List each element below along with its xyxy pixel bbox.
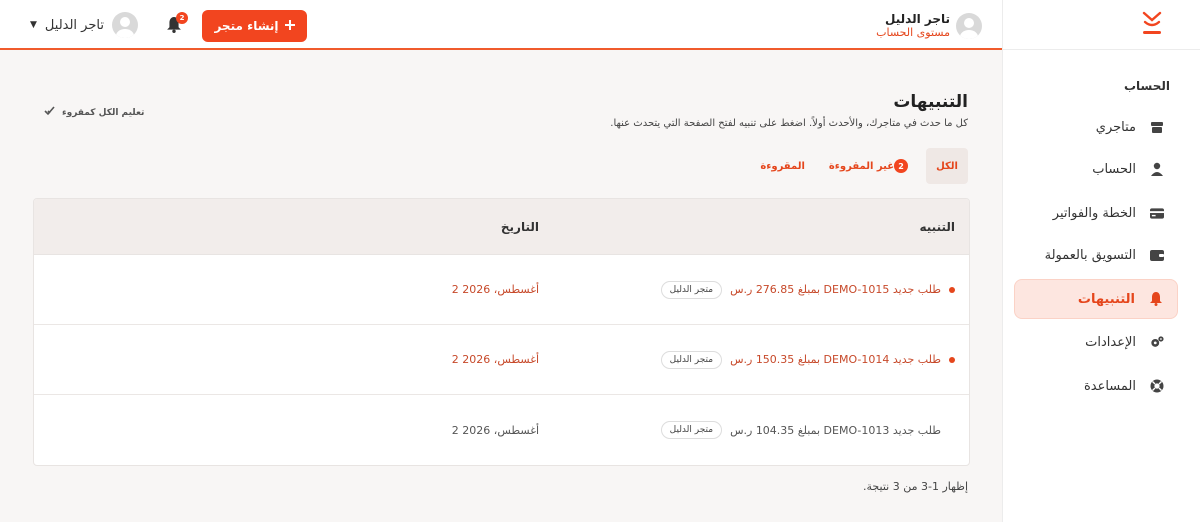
store-chip: متجر الدليل xyxy=(660,350,723,369)
account-name: تاجر الدليل xyxy=(44,17,104,33)
tab-read[interactable]: المقروءة xyxy=(748,148,817,184)
mark-all-read-button[interactable]: تعليم الكل كمقروء xyxy=(44,106,144,119)
unread-dot xyxy=(949,356,955,363)
store-chip: متجر الدليل xyxy=(660,421,723,439)
gears-icon xyxy=(1150,335,1164,349)
sidebar-item-label: التنبيهات xyxy=(1077,291,1135,307)
table-row[interactable]: طلب جديد DEMO-1013 بمبلغ 104.35 ر.س متجر… xyxy=(34,395,969,465)
header-user-block[interactable]: تاجر الدليل مستوى الحساب xyxy=(876,12,982,40)
card-icon xyxy=(1150,206,1164,220)
table-row[interactable]: طلب جديد DEMO-1015 بمبلغ 276.85 ر.س متجر… xyxy=(34,255,969,325)
top-header: تاجر الدليل مستوى الحساب إنشاء متجر 2 ▼ … xyxy=(0,0,1002,50)
avatar xyxy=(111,12,138,38)
sidebar-item-label: الخطة والفواتير xyxy=(1052,205,1136,221)
logo[interactable] xyxy=(1002,0,1200,50)
column-header-date: التاريخ xyxy=(500,219,539,234)
logo-icon xyxy=(1142,11,1162,34)
table-header: التنبيه التاريخ xyxy=(34,199,969,255)
notification-date: 2 أغسطس، 2026 xyxy=(451,423,539,437)
unread-count-badge: 2 xyxy=(894,159,909,173)
notification-date: 2 أغسطس، 2026 xyxy=(451,283,539,296)
chevron-down-icon: ▼ xyxy=(30,20,37,30)
tab-label: غير المقروءة xyxy=(828,160,895,172)
tab-label: الكل xyxy=(936,160,958,172)
double-check-icon xyxy=(44,106,56,119)
sidebar-item-label: الإعدادات xyxy=(1085,334,1136,350)
notification-count-badge: 2 xyxy=(176,12,188,24)
mark-all-read-label: تعليم الكل كمقروء xyxy=(62,107,145,118)
notifications-bell-button[interactable]: 2 xyxy=(167,12,188,35)
sidebar-item-label: متاجري xyxy=(1095,119,1136,135)
sidebar-item-my-stores[interactable]: متاجري xyxy=(1014,107,1178,147)
sidebar-section-label: الحساب xyxy=(1123,79,1170,93)
sidebar: الحساب متاجري الحساب الخطة والفواتير الت… xyxy=(1002,0,1200,522)
sidebar-item-affiliate[interactable]: التسويق بالعمولة xyxy=(1014,235,1178,275)
bell-icon xyxy=(1149,292,1163,306)
sidebar-item-label: التسويق بالعمولة xyxy=(1044,247,1136,263)
sidebar-item-settings[interactable]: الإعدادات xyxy=(1014,322,1178,362)
notification-date: 2 أغسطس، 2026 xyxy=(451,353,539,366)
tab-label: المقروءة xyxy=(760,160,805,172)
account-dropdown[interactable]: ▼ تاجر الدليل xyxy=(30,12,138,38)
page-subtitle: كل ما حدث في متاجرك، والأحدث أولاً. اضغط… xyxy=(610,118,968,129)
results-count: إظهار 1-3 من 3 نتيجة. xyxy=(863,480,968,493)
column-header-notification: التنبيه xyxy=(919,219,956,234)
notification-text: طلب جديد DEMO-1014 بمبلغ 150.35 ر.س xyxy=(730,353,941,366)
table-row[interactable]: طلب جديد DEMO-1014 بمبلغ 150.35 ر.س متجر… xyxy=(34,325,969,395)
sidebar-item-account[interactable]: الحساب xyxy=(1014,149,1178,189)
create-store-button[interactable]: إنشاء متجر xyxy=(202,10,307,42)
notification-text: طلب جديد DEMO-1013 بمبلغ 104.35 ر.س xyxy=(730,423,941,437)
store-icon xyxy=(1150,120,1164,134)
lifebuoy-icon xyxy=(1150,379,1164,393)
unread-dot xyxy=(949,286,955,293)
header-user-level: مستوى الحساب xyxy=(876,26,950,39)
notifications-table: التنبيه التاريخ طلب جديد DEMO-1015 بمبلغ… xyxy=(33,198,970,466)
avatar xyxy=(956,13,982,39)
user-icon xyxy=(1150,162,1164,176)
page-title: التنبيهات xyxy=(893,92,968,112)
filter-tabs: الكل غير المقروءة 2 المقروءة xyxy=(748,148,968,184)
sidebar-item-plan-billing[interactable]: الخطة والفواتير xyxy=(1014,193,1178,233)
notification-text: طلب جديد DEMO-1015 بمبلغ 276.85 ر.س xyxy=(730,283,941,296)
create-store-label: إنشاء متجر xyxy=(214,19,279,33)
wallet-icon xyxy=(1150,248,1164,262)
sidebar-item-notifications[interactable]: التنبيهات xyxy=(1014,279,1178,319)
sidebar-item-label: المساعدة xyxy=(1083,378,1136,394)
sidebar-item-help[interactable]: المساعدة xyxy=(1014,366,1178,406)
header-user-name: تاجر الدليل xyxy=(885,12,950,26)
store-chip: متجر الدليل xyxy=(660,280,723,299)
sidebar-item-label: الحساب xyxy=(1092,161,1136,177)
tab-all[interactable]: الكل xyxy=(926,148,968,184)
plus-icon xyxy=(284,19,295,33)
tab-unread[interactable]: غير المقروءة 2 xyxy=(817,148,926,184)
